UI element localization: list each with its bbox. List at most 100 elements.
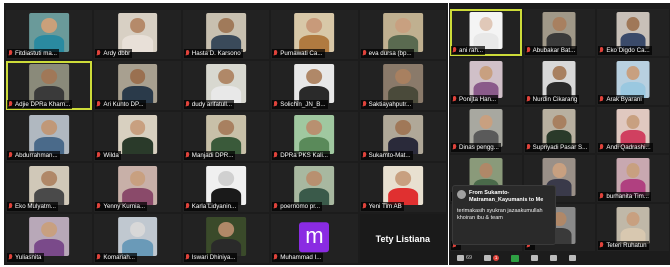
muted-mic-icon (96, 203, 101, 210)
reactions-button[interactable] (550, 255, 558, 261)
participant-tile[interactable]: ani rah... (450, 9, 522, 56)
chat-button[interactable]: 1 (484, 255, 500, 261)
participant-video (117, 63, 158, 104)
participant-tile[interactable]: Abubakar Bat... (523, 9, 596, 56)
participant-tile[interactable]: Supriyadi Pasar S... (523, 106, 596, 154)
participant-tile[interactable]: Ardy dbbr (94, 10, 181, 59)
muted-mic-icon (599, 241, 604, 249)
participants-button[interactable]: 69 (457, 255, 472, 261)
share-screen-button[interactable] (511, 254, 520, 262)
muted-mic-icon (185, 203, 190, 210)
participant-tile[interactable]: Iswari Dhiniya... (182, 214, 270, 263)
share-screen-icon (511, 254, 520, 262)
participant-namebar: eva dursa (bp... (360, 49, 414, 58)
muted-mic-icon (185, 152, 190, 159)
participant-face (394, 18, 411, 34)
participant-video (29, 165, 70, 206)
left-gallery-panel: Fitdiastuti ma... Ardy dbbr Hasta D. Karso… (4, 3, 448, 265)
more-icon (569, 255, 577, 261)
participant-face (552, 114, 567, 129)
muted-mic-icon (452, 95, 457, 103)
participant-tile[interactable]: Wilda (94, 112, 181, 161)
participant-face (394, 171, 411, 187)
participant-tile[interactable]: Abdurrahman... (6, 112, 93, 161)
participant-namebar: Yeni Tim AB (360, 202, 404, 211)
participant-face (306, 18, 323, 34)
participant-name: Saktiayahputr... (368, 101, 412, 108)
participant-tile[interactable]: Purnawati Ca... (271, 10, 358, 59)
participant-tile[interactable]: Manjadi DPR... (182, 112, 270, 161)
muted-mic-icon (362, 50, 367, 57)
participant-video (469, 109, 503, 147)
participant-tile[interactable]: burhanita Tim... (597, 155, 669, 203)
participant-namebar: Manjadi DPR... (183, 151, 236, 160)
participant-video (206, 63, 246, 104)
participant-namebar: Sukamto-Mat... (360, 151, 413, 160)
muted-mic-icon (599, 144, 604, 151)
muted-mic-icon (8, 254, 13, 261)
participant-tile[interactable]: Ponijta Han... (450, 57, 522, 105)
participant-tile[interactable]: dudy arifatull... (182, 61, 270, 110)
participant-face (218, 171, 234, 187)
participant-video (616, 109, 650, 147)
participant-tile[interactable]: Teteri Ruhatun (597, 204, 669, 251)
participant-tile[interactable]: Sukamto-Mat... (359, 112, 446, 161)
participant-namebar: dudy arifatull... (183, 100, 235, 109)
participant-namebar: Ponijta Han... (451, 94, 499, 104)
chat-notification[interactable]: From Sukamto-Matraman_Kayumanis to Me te… (452, 185, 556, 245)
participant-namebar: Yuliasnita (7, 253, 44, 262)
participant-tile[interactable]: Nurdin Cikarang (523, 57, 596, 105)
participant-tile[interactable]: Yeni Tim AB (359, 163, 446, 212)
chat-badge: 1 (493, 255, 500, 261)
participant-tile[interactable]: Saktiayahputr... (359, 61, 446, 110)
participant-name: Muhammad I... (280, 254, 322, 261)
participant-name: burhanita Tim... (606, 193, 649, 201)
participant-tile[interactable]: Yuliasnita (6, 214, 93, 263)
participant-tile[interactable]: Solichin_JN_B... (271, 61, 358, 110)
participant-namebar: Andi Qadrashi... (598, 143, 653, 153)
participant-video (29, 216, 70, 257)
participant-tile[interactable]: Eko Digdo Ca... (597, 9, 669, 56)
participant-namebar: ani rah... (451, 45, 486, 55)
participant-tile[interactable]: Arak Byarani (597, 57, 669, 105)
participant-name: Supriyadi Pasar S... (532, 144, 588, 152)
participant-name: Iswari Dhiniya... (191, 254, 236, 261)
participant-video (206, 216, 246, 257)
record-button[interactable] (531, 255, 539, 261)
participant-tile[interactable]: Dinas pengg... (450, 106, 522, 154)
participant-tile[interactable]: Ari Kunto DP... (94, 61, 181, 110)
participant-face (626, 65, 640, 81)
participant-name: Yuliasnita (15, 254, 42, 261)
muted-mic-icon (526, 144, 531, 151)
participant-name: Sukamto-Mat... (368, 152, 411, 159)
participant-tile[interactable]: m Muhammad I... (271, 214, 358, 263)
participant-namebar: Eko Mulyatm... (7, 202, 58, 211)
participant-tile[interactable]: Fitdiastuti ma... (6, 10, 93, 59)
participant-namebar: Ardy dbbr (95, 49, 133, 58)
participant-video (294, 63, 335, 104)
participant-tile[interactable]: Komariah... (94, 214, 181, 263)
participant-name: Eko Mulyatm... (15, 203, 56, 210)
participant-namebar: Fitdiastuti ma... (7, 49, 59, 58)
participant-face (552, 163, 567, 178)
participant-namebar: Wilda (95, 151, 121, 160)
participant-face (479, 65, 493, 81)
muted-mic-icon (96, 50, 101, 57)
participant-tile[interactable]: Andi Qadrashi... (597, 106, 669, 154)
participant-tile[interactable]: Yenny Kurnia... (94, 163, 181, 212)
participant-tile[interactable]: Tety Listiana (359, 214, 446, 263)
participant-video (616, 60, 650, 99)
participant-tile[interactable]: Adjie DPRa Kharn... (6, 61, 93, 110)
participant-face (552, 65, 567, 81)
participant-video (117, 114, 158, 155)
participant-tile[interactable]: Karla Lidyanin... (182, 163, 270, 212)
participant-namebar: Iswari Dhiniya... (183, 253, 238, 262)
more-button[interactable] (569, 255, 577, 261)
participant-tile[interactable]: DPRa PKS Kali... (271, 112, 358, 161)
participant-namebar: Abubakar Bat... (524, 45, 578, 55)
participant-tile[interactable]: eva dursa (bp... (359, 10, 446, 59)
participant-tile[interactable]: Eko Mulyatm... (6, 163, 93, 212)
participant-avatar: m (299, 221, 330, 252)
participant-tile[interactable]: poernomo pr... (271, 163, 358, 212)
participant-tile[interactable]: Hasta D. Karsono (182, 10, 270, 59)
